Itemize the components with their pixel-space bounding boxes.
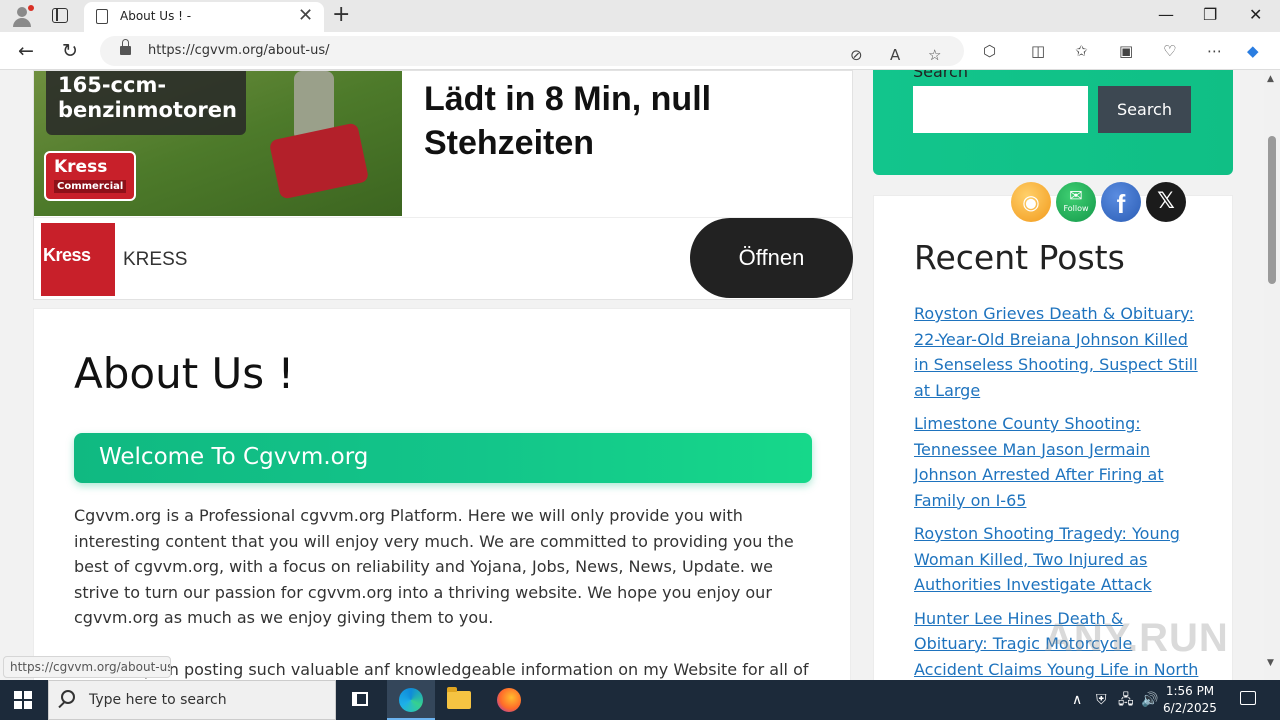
back-button[interactable]: ← [18,39,34,63]
task-view-button[interactable] [336,680,384,720]
scrollbar-thumb[interactable] [1268,136,1276,284]
close-window-button[interactable]: ✕ [1249,4,1262,26]
facebook-glyph: f [1116,189,1126,219]
system-clock[interactable]: 1:56 PM 6/2/2025 [1160,683,1220,717]
search-icon [61,690,75,704]
taskbar-edge[interactable] [387,680,435,720]
browser-essentials-icon[interactable]: ♡ [1163,41,1176,61]
more-menu-icon[interactable]: ⋯ [1207,41,1222,61]
rss-glyph: ◉ [1022,190,1040,214]
copilot-icon[interactable]: ◆ [1247,41,1259,61]
page-scrollbar[interactable]: ▲ ▼ [1264,70,1280,680]
tab-title: About Us ! - [120,9,192,23]
page-title: About Us ! [74,349,295,398]
ad-brand-name[interactable]: KRESS [123,249,187,271]
welcome-banner: Welcome To Cgvvm.org [74,433,812,483]
tracking-blocked-icon[interactable]: ⊘ [850,45,863,65]
taskbar-search-placeholder: Type here to search [89,692,227,708]
collections-icon[interactable]: ▣ [1119,41,1133,61]
article-card: About Us ! Welcome To Cgvvm.org Cgvvm.or… [33,308,851,680]
network-icon[interactable]: 🖧 [1118,690,1134,710]
task-view-icon [352,692,368,706]
notifications-icon[interactable] [1240,691,1256,705]
tab-close-icon[interactable]: ✕ [298,6,313,26]
search-button[interactable]: Search [1098,86,1191,133]
taskbar-file-explorer[interactable] [435,680,483,720]
welcome-banner-text: Welcome To Cgvvm.org [99,444,369,470]
follow-label: Follow [1063,204,1089,213]
taskbar-firefox[interactable] [485,680,533,720]
recent-post-link[interactable]: Royston Grieves Death & Obituary: 22-Yea… [914,304,1198,400]
maximize-button[interactable]: ❐ [1203,4,1217,26]
url-text[interactable]: https://cgvvm.org/about-us/ [148,43,329,58]
recent-posts-heading: Recent Posts [914,238,1125,277]
url-input[interactable]: https://cgvvm.org/about-us/ ⊘ A ☆ [100,36,964,66]
status-bar-link-preview: https://cgvvm.org/about-us/ [3,656,171,678]
sidebar-search-widget: Search Search [873,70,1233,175]
search-input[interactable] [913,86,1088,133]
profile-avatar-icon[interactable] [10,4,34,28]
ad-brand-logo[interactable]: Kress [41,223,115,296]
ad-brand-logo-text: Kress [43,245,91,265]
ad-mower-shape [268,122,370,200]
browser-tab-bar: About Us ! - ✕ + — ❐ ✕ [0,0,1280,32]
article-paragraph: Cgvvm.org is a Professional cgvvm.org Pl… [74,506,794,627]
lock-icon[interactable] [120,39,131,56]
taskbar-search-box[interactable]: Type here to search [48,680,336,720]
advertisement[interactable]: 165-ccm-benzinmotoren Kress Commercial L… [33,70,853,300]
ad-open-button[interactable]: Öffnen [690,218,853,298]
firefox-icon [497,688,521,712]
article-paragraph: I will keep on posting such valuable anf… [74,660,809,679]
recent-post-link[interactable]: Royston Shooting Tragedy: Young Woman Ki… [914,524,1180,594]
browser-address-bar: ← ↻ https://cgvvm.org/about-us/ ⊘ A ☆ ⬡ … [0,32,1280,70]
web-page: 165-ccm-benzinmotoren Kress Commercial L… [0,70,1264,680]
clock-date: 6/2/2025 [1163,701,1217,715]
rss-icon[interactable]: ◉ [1011,182,1051,222]
file-explorer-icon [447,687,471,709]
clock-time: 1:56 PM [1165,684,1215,698]
search-label: Search [913,70,968,81]
scroll-up-icon[interactable]: ▲ [1267,74,1274,84]
anyrun-watermark: ANY.RUN [1044,616,1229,660]
minimize-button[interactable]: — [1158,4,1174,26]
facebook-icon[interactable]: f [1101,182,1141,222]
recent-posts-widget: ◉ ✉ Follow f 𝕏 Recent Posts Royston Grie… [873,182,1233,680]
ad-overlay-text: 165-ccm-benzinmotoren [58,73,237,122]
scroll-down-icon[interactable]: ▼ [1267,658,1274,668]
favorite-star-icon[interactable]: ☆ [928,45,941,65]
ad-image[interactable]: 165-ccm-benzinmotoren Kress Commercial [34,71,402,216]
page-icon [96,9,108,24]
read-aloud-icon[interactable]: A [890,45,900,65]
list-item: Royston Shooting Tragedy: Young Woman Ki… [914,521,1199,598]
windows-taskbar: Type here to search ∧ ⛨ 🖧 🔊 1:56 PM 6/2/… [0,680,1280,720]
ad-kress-logo: Kress Commercial [44,151,136,201]
tray-security-icon[interactable]: ⛨ [1096,690,1107,710]
browser-tab-about-us[interactable]: About Us ! - ✕ [84,2,324,32]
ad-kress-logo-name: Kress [54,157,108,177]
extensions-icon[interactable]: ⬡ [983,41,996,61]
x-twitter-icon[interactable]: 𝕏 [1146,182,1186,222]
windows-start-icon[interactable] [14,691,32,709]
volume-icon[interactable]: 🔊 [1141,690,1158,710]
split-screen-icon[interactable]: ◫ [1031,41,1045,61]
email-follow-icon[interactable]: ✉ Follow [1056,182,1096,222]
ad-headline[interactable]: Lädt in 8 Min, null Stehzeiten [424,77,844,165]
list-item: Royston Grieves Death & Obituary: 22-Yea… [914,301,1199,403]
reload-button[interactable]: ↻ [62,39,78,63]
x-glyph: 𝕏 [1157,189,1175,214]
tab-actions-icon[interactable] [52,8,68,23]
list-item: Limestone County Shooting: Tennessee Man… [914,411,1199,513]
edge-browser-icon [399,688,423,712]
recent-post-link[interactable]: Limestone County Shooting: Tennessee Man… [914,414,1164,510]
ad-kress-logo-sub: Commercial [54,180,127,193]
new-tab-button[interactable]: + [332,3,350,27]
favorites-icon[interactable]: ✩ [1075,41,1088,61]
tray-chevron-icon[interactable]: ∧ [1072,690,1082,710]
